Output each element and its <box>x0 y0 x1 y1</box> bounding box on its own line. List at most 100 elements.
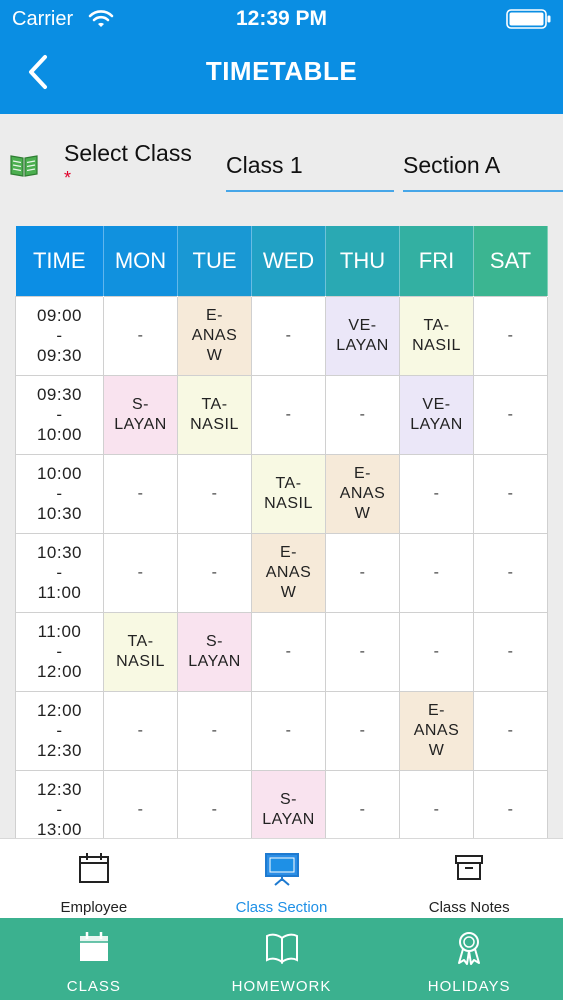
period-cell-thu[interactable]: E- ANAS W <box>325 453 400 534</box>
period-cell-fri[interactable]: TA- NASIL <box>399 295 474 376</box>
period-text-line: - <box>433 642 440 660</box>
time-slot-line: - <box>56 483 63 503</box>
time-slot-line: 10:30 <box>36 503 83 523</box>
period-cell-wed[interactable]: S- LAYAN <box>251 769 326 838</box>
period-text-line: - <box>137 326 144 344</box>
period-text-line: ANAS <box>413 721 460 739</box>
time-slot-cell: 09:30-10:00 <box>15 374 104 455</box>
period-cell-fri: - <box>399 769 474 838</box>
period-text-line: - <box>285 642 292 660</box>
subtab-class-section[interactable]: Class Section <box>188 839 376 918</box>
period-cell-mon[interactable]: S- LAYAN <box>103 374 178 455</box>
period-cell-thu: - <box>325 769 400 838</box>
period-text-line: - <box>507 642 514 660</box>
tab-holidays-label: HOLIDAYS <box>427 978 511 995</box>
tab-homework-label: HOMEWORK <box>231 978 332 995</box>
period-cell-wed[interactable]: E- ANAS W <box>251 532 326 613</box>
time-slot-cell: 12:00-12:30 <box>15 690 104 771</box>
period-text-line: ANAS <box>191 326 238 344</box>
column-header-sat: SAT <box>473 226 548 296</box>
time-slot-line: 12:00 <box>36 661 83 681</box>
period-text-line: - <box>433 563 440 581</box>
period-cell-sat: - <box>473 532 548 613</box>
period-text-line: NASIL <box>190 415 239 433</box>
period-cell-fri[interactable]: VE- LAYAN <box>399 374 474 455</box>
period-text-line: - <box>137 484 144 502</box>
period-cell-wed: - <box>251 690 326 771</box>
period-text-line: - <box>359 405 366 423</box>
select-class-label: Select Class <box>64 140 192 166</box>
period-text-line: - <box>433 800 440 818</box>
ribbon-badge-icon <box>458 932 481 965</box>
period-cell-mon[interactable]: TA- NASIL <box>103 611 178 692</box>
period-text-line: - <box>507 800 514 818</box>
period-text-line: LAYAN <box>114 415 167 433</box>
period-text-line: NASIL <box>412 336 461 354</box>
period-cell-fri: - <box>399 453 474 534</box>
time-slot-line: 11:00 <box>37 582 82 602</box>
period-text-line: - <box>507 326 514 344</box>
column-header-wed: WED <box>251 226 326 296</box>
period-text-line: ANAS <box>265 563 312 581</box>
period-text-line: NASIL <box>116 652 165 670</box>
timetable-body: 09:00-09:30- E- ANAS W - VE- LAYAN TA- NASIL -09:… <box>15 295 548 839</box>
period-text-line: W <box>428 741 445 759</box>
section-picker[interactable]: Section A <box>403 148 563 192</box>
tab-holidays[interactable]: HOLIDAYS <box>375 918 563 1000</box>
time-slot-line: - <box>56 562 63 582</box>
column-header-mon: MON <box>103 226 178 296</box>
period-cell-thu[interactable]: VE- LAYAN <box>325 295 400 376</box>
period-text-line: - <box>507 405 514 423</box>
time-slot-line: 13:00 <box>36 819 83 839</box>
period-cell-tue[interactable]: E- ANAS W <box>177 295 252 376</box>
period-cell-mon: - <box>103 295 178 376</box>
book-open-icon <box>265 933 298 964</box>
period-cell-thu: - <box>325 611 400 692</box>
table-row: 09:30-10:00 S- LAYAN TA- NASIL - - VE- LAYAN - <box>15 374 548 455</box>
time-slot-cell: 11:00-12:00 <box>15 611 104 692</box>
period-cell-wed[interactable]: TA- NASIL <box>251 453 326 534</box>
time-slot-line: 09:00 <box>36 305 83 325</box>
time-slot-line: 12:30 <box>36 779 83 799</box>
time-slot-line: 11:00 <box>37 621 82 641</box>
time-slot-line: - <box>56 720 63 740</box>
period-text-line: - <box>137 721 144 739</box>
tab-homework[interactable]: HOMEWORK <box>188 918 376 1000</box>
class-picker[interactable]: Class 1 <box>226 148 394 192</box>
period-cell-mon: - <box>103 532 178 613</box>
period-text-line: S- <box>280 790 297 808</box>
period-text-line: LAYAN <box>262 810 315 828</box>
period-cell-sat: - <box>473 374 548 455</box>
period-text-line: VE- <box>422 395 451 413</box>
tab-class-label: CLASS <box>66 978 121 995</box>
period-cell-fri[interactable]: E- ANAS W <box>399 690 474 771</box>
period-text-line: S- <box>132 395 149 413</box>
app-screen: Carrier 12:39 PM TIMETABLE Select Class <box>0 0 563 1000</box>
period-cell-tue[interactable]: S- LAYAN <box>177 611 252 692</box>
table-row: 11:00-12:00 TA- NASIL S- LAYAN - - - - <box>15 611 548 692</box>
period-text-line: W <box>206 346 223 364</box>
time-slot-cell: 09:00-09:30 <box>15 295 104 376</box>
period-text-line: - <box>285 721 292 739</box>
calendar-icon <box>78 853 109 883</box>
time-slot-cell: 10:00-10:30 <box>15 453 104 534</box>
subtab-employee[interactable]: Employee <box>0 839 188 918</box>
tab-class[interactable]: CLASS <box>0 918 188 1000</box>
archive-box-icon <box>455 855 484 880</box>
period-text-line: E- <box>428 701 445 719</box>
period-cell-thu: - <box>325 374 400 455</box>
period-cell-thu: - <box>325 690 400 771</box>
period-text-line: - <box>359 721 366 739</box>
period-cell-tue[interactable]: TA- NASIL <box>177 374 252 455</box>
time-slot-line: 12:00 <box>36 700 83 720</box>
period-text-line: - <box>433 484 440 502</box>
period-cell-tue: - <box>177 532 252 613</box>
period-text-line: - <box>211 800 218 818</box>
time-slot-line: 12:30 <box>36 740 83 760</box>
time-slot-line: 09:30 <box>36 384 83 404</box>
subtab-class-notes[interactable]: Class Notes <box>375 839 563 918</box>
sub-tab-bar: Employee Class Section Class Notes <box>0 838 563 918</box>
period-cell-fri: - <box>399 611 474 692</box>
subtab-class-section-label: Class Section <box>235 899 328 916</box>
period-cell-mon: - <box>103 769 178 838</box>
